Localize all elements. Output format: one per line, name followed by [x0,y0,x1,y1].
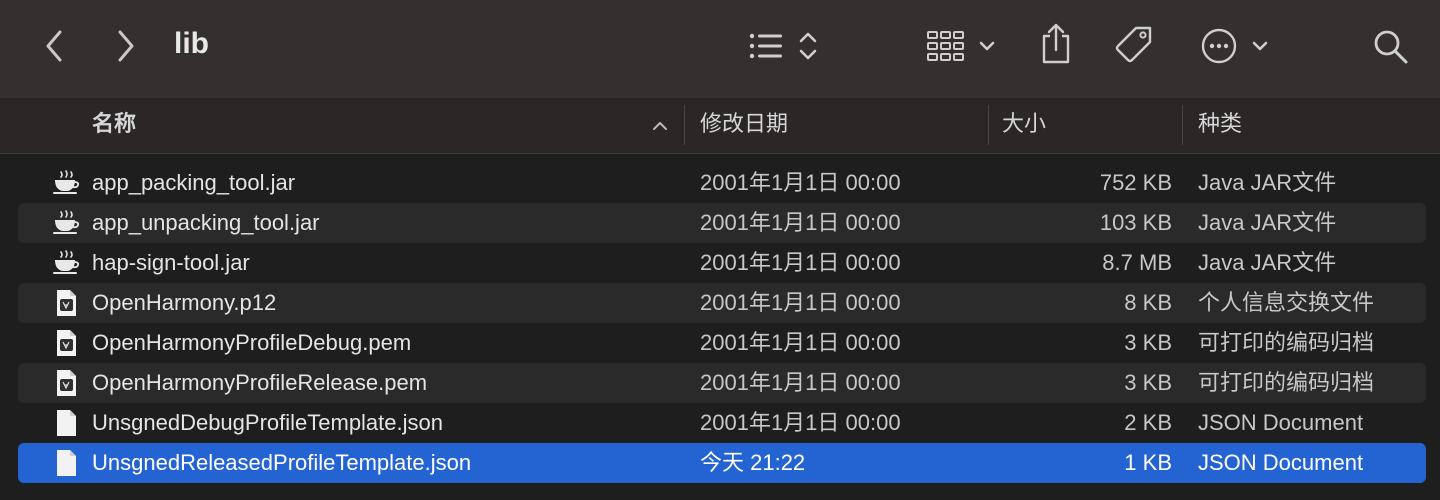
column-name-header[interactable]: 名称 [92,99,682,153]
file-name: OpenHarmonyProfileDebug.pem [92,330,412,355]
toolbar: lib [0,0,1440,99]
more-actions-button[interactable] [1200,26,1272,66]
file-date: 2001年1月1日 00:00 [700,410,901,435]
file-name: UnsgnedDebugProfileTemplate.json [92,410,443,435]
file-date: 2001年1月1日 00:00 [700,290,901,315]
column-size-label: 大小 [1002,111,1047,136]
folder-title: lib [174,27,209,60]
file-row[interactable]: OpenHarmonyProfileDebug.pem 2001年1月1日 00… [18,323,1426,363]
file-kind: JSON Document [1198,450,1364,475]
file-kind: 个人信息交换文件 [1198,290,1375,315]
file-date: 2001年1月1日 00:00 [700,210,901,235]
more-icon [1201,28,1268,64]
column-header: 名称 修改日期 大小 种类 [0,99,1440,154]
file-name: UnsgnedReleasedProfileTemplate.json [92,450,472,475]
sort-ascending-icon [653,122,667,130]
file-kind: 可打印的编码归档 [1198,370,1375,395]
file-name: OpenHarmony.p12 [92,290,277,315]
file-size: 2 KB [1124,410,1172,435]
column-kind-label: 种类 [1198,111,1243,136]
file-size: 103 KB [1099,210,1172,235]
file-row-selected[interactable]: UnsgnedReleasedProfileTemplate.json 今天 2… [18,443,1426,483]
column-size-header[interactable]: 大小 [1002,99,1172,153]
file-kind: 可打印的编码归档 [1198,330,1375,355]
file-size: 8.7 MB [1102,250,1172,275]
document-icon [57,410,76,436]
back-button[interactable] [38,26,70,66]
column-separator[interactable] [988,105,989,145]
column-name-label: 名称 [92,111,137,136]
group-button[interactable] [926,28,998,64]
file-date: 2001年1月1日 00:00 [700,330,901,355]
forward-button[interactable] [110,26,142,66]
file-row[interactable]: OpenHarmonyProfileRelease.pem 2001年1月1日 … [18,363,1426,403]
file-row[interactable]: app_unpacking_tool.jar 2001年1月1日 00:00 1… [18,203,1426,243]
file-kind: Java JAR文件 [1198,170,1337,195]
column-kind-header[interactable]: 种类 [1198,99,1428,153]
file-kind: Java JAR文件 [1198,210,1337,235]
list-view-icon [749,32,817,60]
column-date-header[interactable]: 修改日期 [700,99,980,153]
java-icon [53,210,80,234]
file-size: 8 KB [1124,290,1172,315]
file-size: 1 KB [1124,450,1172,475]
certificate-icon [57,290,76,316]
file-date: 2001年1月1日 00:00 [700,370,901,395]
file-row[interactable]: app_packing_tool.jar 2001年1月1日 00:00 752… [18,163,1426,203]
forward-icon [118,30,134,62]
tag-icon [1115,26,1152,63]
tag-button[interactable] [1114,24,1156,66]
file-size: 752 KB [1099,170,1172,195]
file-row[interactable]: OpenHarmony.p12 2001年1月1日 00:00 8 KB 个人信… [18,283,1426,323]
view-mode-button[interactable] [746,28,822,64]
search-icon [1374,30,1408,64]
file-date: 今天 21:22 [700,450,806,475]
certificate-icon [57,370,76,396]
file-size: 3 KB [1124,370,1172,395]
certificate-icon [57,330,76,356]
file-kind: JSON Document [1198,410,1364,435]
java-icon [53,170,80,194]
file-date: 2001年1月1日 00:00 [700,170,901,195]
file-size: 3 KB [1124,330,1172,355]
file-name: hap-sign-tool.jar [92,250,250,275]
column-separator[interactable] [1182,105,1183,145]
file-name: app_unpacking_tool.jar [92,210,320,235]
java-icon [53,250,80,274]
file-name: OpenHarmonyProfileRelease.pem [92,370,428,395]
search-button[interactable] [1372,28,1410,66]
column-separator[interactable] [684,105,685,145]
file-list: app_packing_tool.jar 2001年1月1日 00:00 752… [0,154,1440,500]
share-button[interactable] [1038,22,1074,66]
column-date-label: 修改日期 [700,111,789,136]
document-icon [57,450,76,476]
share-icon [1042,23,1070,64]
grid-view-icon [927,31,995,61]
file-row[interactable]: hap-sign-tool.jar 2001年1月1日 00:00 8.7 MB… [18,243,1426,283]
file-kind: Java JAR文件 [1198,250,1337,275]
file-row[interactable]: UnsgnedDebugProfileTemplate.json 2001年1月… [18,403,1426,443]
file-date: 2001年1月1日 00:00 [700,250,901,275]
file-name: app_packing_tool.jar [92,170,296,195]
back-icon [46,30,62,62]
